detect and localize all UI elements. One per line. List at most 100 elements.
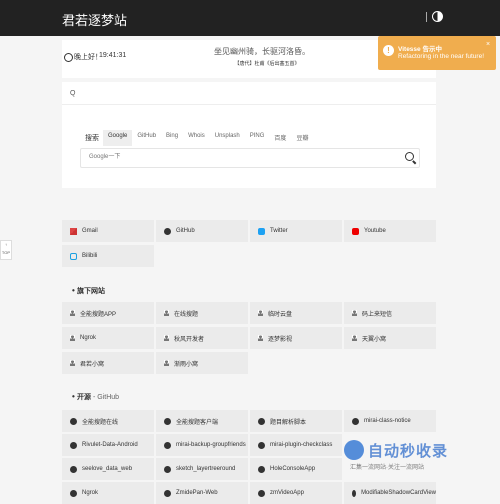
- top-icons: [426, 11, 443, 22]
- tab-google[interactable]: Google: [103, 130, 133, 146]
- divider: [62, 104, 436, 105]
- tab-ping[interactable]: PING: [245, 130, 270, 146]
- search-input[interactable]: [87, 153, 391, 161]
- search-card: Q 搜索 Google GitHub Bing Whois Unsplash P…: [62, 82, 436, 188]
- gmail-icon: [70, 227, 77, 235]
- list-item[interactable]: HoleConsoleApp: [250, 458, 342, 480]
- github-icon: [164, 465, 171, 473]
- github-icon: [352, 417, 359, 425]
- github-icon: [164, 489, 171, 497]
- github-icon: [70, 417, 77, 425]
- quick-link-gmail[interactable]: Gmail: [62, 220, 154, 242]
- divider: [426, 11, 427, 22]
- person-icon: [352, 310, 357, 316]
- list-item[interactable]: 君若小窝: [62, 352, 154, 374]
- warning-icon: !: [383, 45, 394, 56]
- list-item[interactable]: Ngrok: [62, 482, 154, 504]
- list-item[interactable]: 在线搜题: [156, 302, 248, 324]
- quick-link-twitter[interactable]: Twitter: [250, 220, 342, 242]
- quick-link-github[interactable]: GitHub: [156, 220, 248, 242]
- link-label: Gmail: [82, 228, 98, 234]
- search-tag: Q: [70, 90, 76, 97]
- link-label: Bilibili: [82, 253, 98, 259]
- notice-body: Refactoring in the near future!: [398, 53, 484, 60]
- person-icon: [164, 360, 169, 366]
- greeting-text: 晚上好！: [74, 54, 102, 61]
- watermark-logo-icon: [344, 440, 364, 460]
- side-top-button[interactable]: ↑ TOP: [0, 240, 12, 260]
- list-item[interactable]: 天翼小窝: [344, 327, 436, 349]
- tab-unsplash[interactable]: Unsplash: [210, 130, 245, 146]
- list-item[interactable]: 全能搜题客户端: [156, 410, 248, 432]
- tab-douban[interactable]: 豆瓣: [291, 130, 313, 146]
- link-label: Youtube: [364, 228, 386, 234]
- tab-baidu[interactable]: 百度: [269, 130, 291, 146]
- list-item[interactable]: Ngrok: [62, 327, 154, 349]
- youtube-icon: [352, 227, 359, 235]
- list-item[interactable]: 全能搜题APP: [62, 302, 154, 324]
- github-icon: [352, 489, 357, 497]
- notice-toast: ! Vitesse 告示中 Refactoring in the near fu…: [378, 36, 496, 70]
- github-icon: [70, 465, 77, 473]
- person-icon: [258, 310, 263, 316]
- section-title-oss: • 开源 - GitHub: [72, 392, 120, 401]
- github-icon: [164, 417, 171, 425]
- list-item[interactable]: mirai-class-notice: [344, 410, 436, 432]
- link-label: GitHub: [176, 228, 195, 234]
- quick-link-bilibili[interactable]: Bilibili: [62, 245, 154, 267]
- person-icon: [70, 335, 75, 341]
- person-icon: [352, 335, 357, 341]
- engine-tabs: 搜索 Google GitHub Bing Whois Unsplash PIN…: [80, 130, 313, 146]
- github-icon: [70, 441, 77, 449]
- list-item[interactable]: Rivulet-Data-Android: [62, 434, 154, 456]
- section-title-own: • 旗下网站: [72, 286, 106, 295]
- search-box: [80, 148, 420, 168]
- tab-github[interactable]: GitHub: [132, 130, 161, 146]
- person-icon: [258, 335, 263, 341]
- list-item[interactable]: 逐梦影视: [250, 327, 342, 349]
- list-item[interactable]: sketch_layertreeround: [156, 458, 248, 480]
- list-item[interactable]: 临时云盘: [250, 302, 342, 324]
- person-icon: [70, 310, 75, 316]
- current-time: 19:41:31: [99, 52, 127, 59]
- github-icon: [164, 441, 171, 449]
- top-bar: 君若逐梦站: [0, 0, 500, 36]
- github-icon: [258, 465, 265, 473]
- person-icon: [70, 360, 75, 366]
- person-icon: [164, 310, 169, 316]
- list-item[interactable]: seelove_data_web: [62, 458, 154, 480]
- search-icon[interactable]: [405, 152, 414, 161]
- link-label: Twitter: [270, 228, 288, 234]
- close-icon[interactable]: ×: [486, 41, 490, 48]
- list-item[interactable]: 全能搜题在线: [62, 410, 154, 432]
- list-item[interactable]: mirai-plugin-checkclass: [250, 434, 342, 456]
- side-top-label: TOP: [1, 250, 11, 255]
- poem-line: 坐见幽州骑，长驱河洛昏。: [214, 47, 310, 56]
- list-item[interactable]: 题目解析脚本: [250, 410, 342, 432]
- list-item[interactable]: mirai-backup-groupfriends: [156, 434, 248, 456]
- clock-icon: [64, 53, 73, 62]
- list-item[interactable]: zmVideoApp: [250, 482, 342, 504]
- list-item[interactable]: 秋风开发者: [156, 327, 248, 349]
- github-icon: [70, 489, 77, 497]
- quick-link-youtube[interactable]: Youtube: [344, 220, 436, 242]
- tab-whois[interactable]: Whois: [183, 130, 210, 146]
- list-item[interactable]: 码上来短信: [344, 302, 436, 324]
- poem-source: 【唐代】杜甫《后出塞五首》: [234, 61, 300, 67]
- github-icon: [258, 441, 265, 449]
- notice-title: Vitesse 告示中: [398, 46, 442, 53]
- bilibili-icon: [70, 252, 77, 260]
- list-item[interactable]: 渐雨小窝: [156, 352, 248, 374]
- list-item[interactable]: ModifiableShadowCardView: [344, 482, 436, 504]
- tab-bing[interactable]: Bing: [161, 130, 183, 146]
- search-label: 搜索: [85, 135, 99, 142]
- site-brand[interactable]: 君若逐梦站: [62, 10, 127, 29]
- list-item[interactable]: ZmidePan-Web: [156, 482, 248, 504]
- github-icon: [164, 227, 171, 235]
- github-icon: [258, 489, 265, 497]
- watermark-subtitle: 汇集一流网站·关注一流网站: [350, 465, 424, 471]
- github-icon: [258, 417, 265, 425]
- watermark-overlay: 自动秒收录 汇集一流网站·关注一流网站: [344, 436, 484, 476]
- theme-toggle-icon[interactable]: [432, 11, 443, 22]
- watermark-title: 自动秒收录: [368, 443, 449, 460]
